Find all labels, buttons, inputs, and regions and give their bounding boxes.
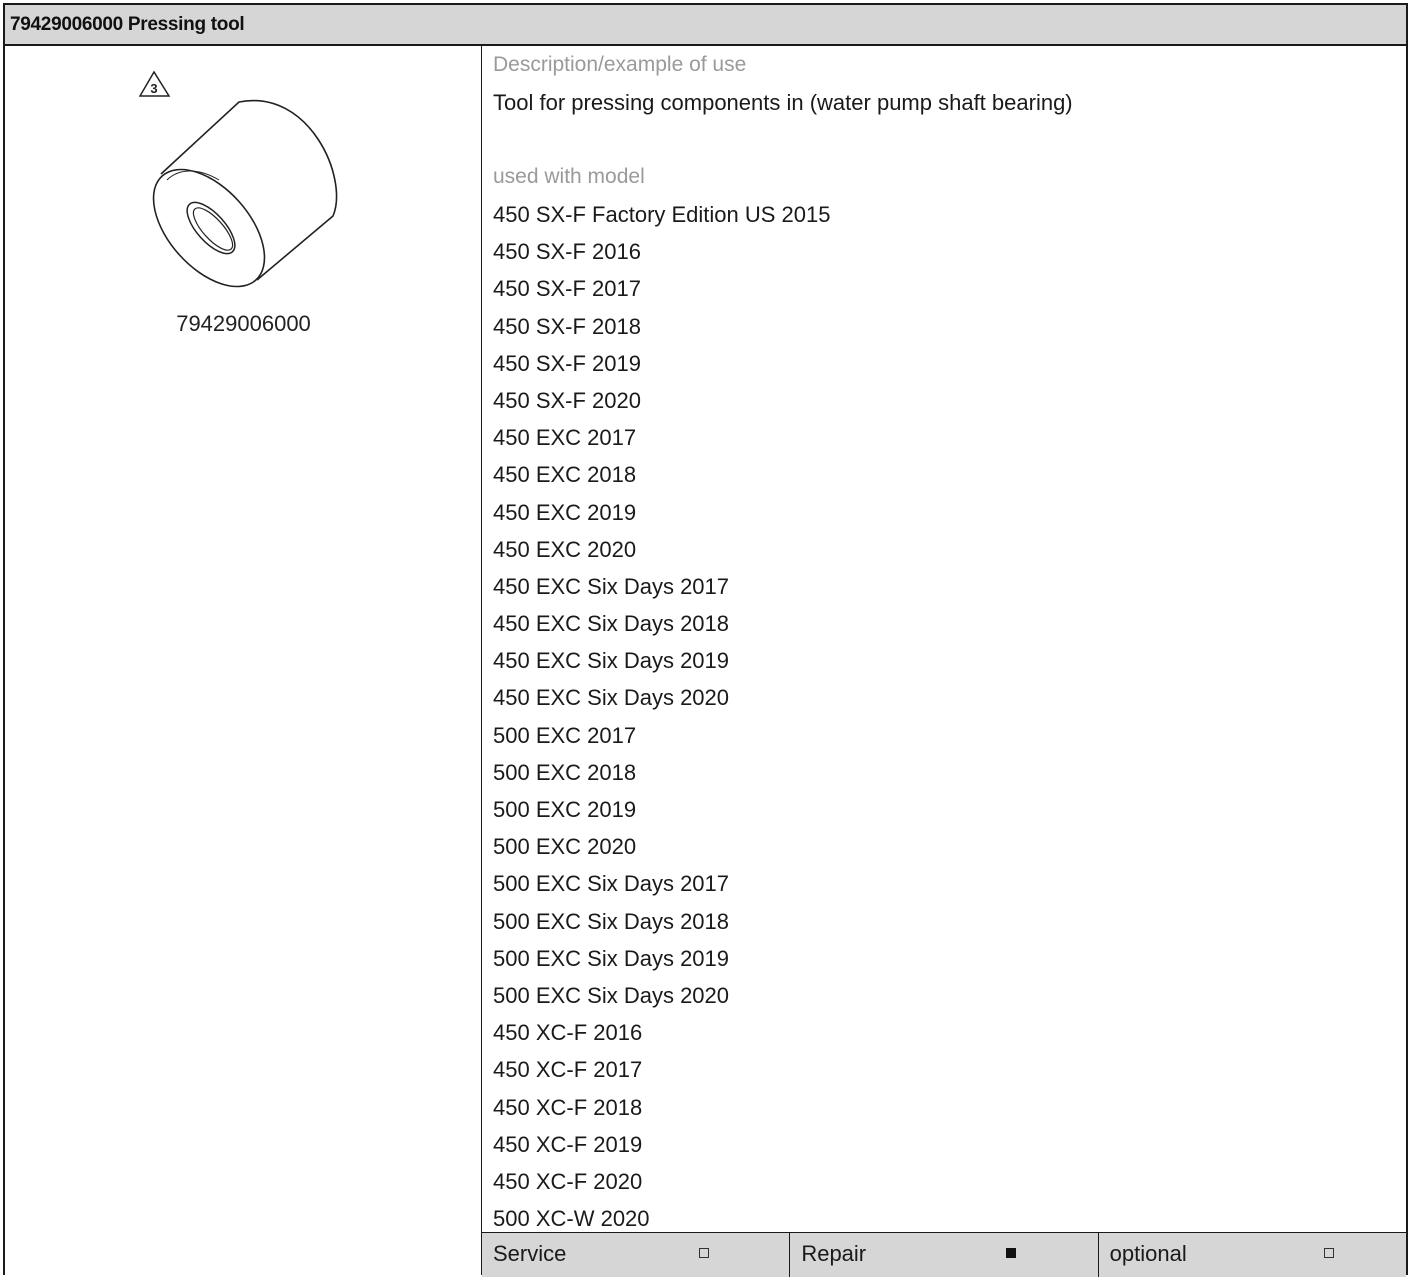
description-text: Tool for pressing components in (water p… bbox=[493, 90, 1073, 115]
model-item: 500 EXC 2017 bbox=[493, 722, 637, 748]
part-number-label: 79429006000 bbox=[176, 311, 311, 336]
repair-checkbox[interactable] bbox=[1006, 1248, 1017, 1258]
model-item: 450 EXC 2017 bbox=[493, 425, 637, 451]
optional-checkbox[interactable] bbox=[1323, 1248, 1334, 1258]
tool-sheet: 79429006000 Pressing tool 3 79429006000 … bbox=[3, 3, 1408, 1277]
repair-cell: Repair bbox=[790, 1233, 1099, 1277]
model-item: 450 EXC Six Days 2019 bbox=[493, 648, 730, 674]
model-list: 450 SX-F Factory Edition US 2015 450 SX-F… bbox=[493, 202, 831, 1243]
model-item: 450 EXC Six Days 2020 bbox=[493, 685, 730, 711]
model-item: 500 EXC 2018 bbox=[493, 759, 637, 785]
optional-label: optional bbox=[1109, 1241, 1187, 1266]
models-label: used with model bbox=[493, 165, 645, 188]
usage-footer: Service Repair optional bbox=[482, 1232, 1406, 1277]
model-item: 450 SX-F 2020 bbox=[493, 387, 641, 413]
model-item: 500 EXC Six Days 2017 bbox=[493, 871, 730, 897]
model-item: 450 EXC Six Days 2018 bbox=[493, 611, 730, 637]
optional-cell: optional bbox=[1099, 1233, 1406, 1277]
model-item: 450 EXC 2020 bbox=[493, 536, 637, 562]
page-title: 79429006000 Pressing tool bbox=[10, 14, 245, 35]
model-item: 450 XC-F 2018 bbox=[493, 1094, 643, 1120]
service-label: Service bbox=[493, 1241, 567, 1266]
title-bar: 79429006000 Pressing tool bbox=[5, 5, 1406, 46]
model-item: 450 SX-F 2018 bbox=[493, 313, 641, 339]
model-item: 500 EXC 2020 bbox=[493, 834, 637, 860]
model-item: 450 XC-F 2020 bbox=[493, 1168, 643, 1194]
model-item: 500 EXC Six Days 2019 bbox=[493, 945, 730, 971]
model-item: 450 EXC 2019 bbox=[493, 499, 637, 525]
model-item: 500 EXC Six Days 2020 bbox=[493, 982, 730, 1008]
warning-triangle-badge: 3 bbox=[139, 70, 171, 97]
details-panel: Description/example of use Tool for pres… bbox=[482, 46, 1406, 1277]
model-item: 450 EXC 2018 bbox=[493, 462, 637, 488]
model-item: 450 SX-F 2017 bbox=[493, 276, 641, 302]
model-item: 450 XC-F 2019 bbox=[493, 1131, 643, 1157]
model-item: 450 EXC Six Days 2017 bbox=[493, 573, 730, 599]
service-checkbox[interactable] bbox=[699, 1248, 709, 1258]
repair-label: Repair bbox=[801, 1241, 867, 1266]
model-item: 450 SX-F Factory Edition US 2015 bbox=[493, 202, 831, 227]
model-item: 500 EXC 2019 bbox=[493, 797, 637, 822]
model-item: 450 SX-F 2016 bbox=[493, 239, 641, 265]
tool-image-panel: 3 79429006000 bbox=[5, 46, 482, 1275]
model-item: 450 XC-F 2017 bbox=[493, 1057, 643, 1083]
svg-text:3: 3 bbox=[150, 81, 157, 96]
pressing-tool-cylinder-icon: 3 bbox=[139, 70, 338, 288]
description-label: Description/example of use bbox=[493, 53, 747, 76]
model-item: 450 SX-F 2019 bbox=[493, 350, 641, 376]
model-item: 450 XC-F 2016 bbox=[493, 1020, 643, 1046]
model-item: 500 EXC Six Days 2018 bbox=[493, 908, 730, 934]
service-cell: Service bbox=[482, 1233, 791, 1277]
